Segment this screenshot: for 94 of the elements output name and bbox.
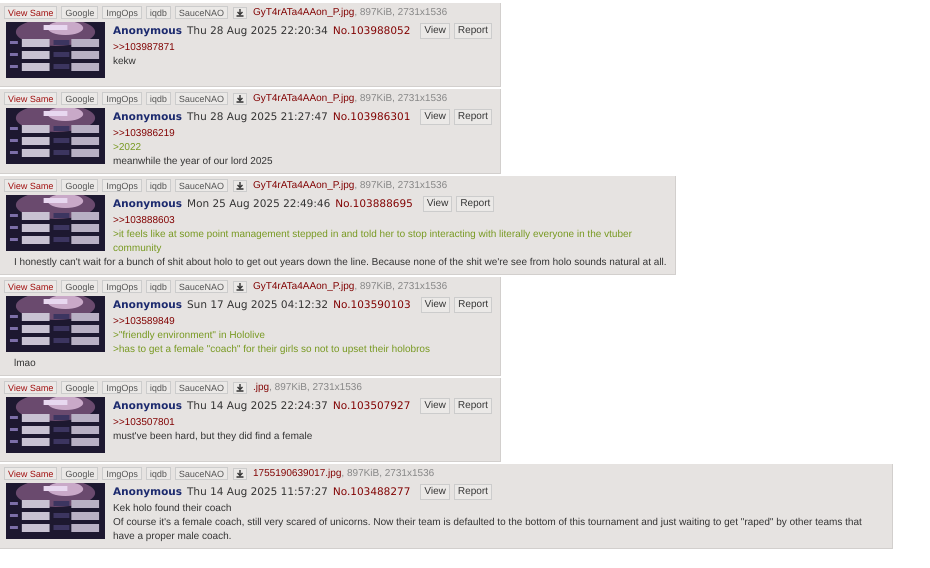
post-action-button[interactable]: View [422,196,452,212]
post-text: Of course it's a female coach, still very scared of unicorns. Now their team is defaulted to the bottom of this tournament and just waiting to get "raped" by other teams that have a proper male coach. [112,516,863,544]
reply-link[interactable]: >>103987871 [6,41,492,55]
search-link[interactable]: View Same [4,467,58,480]
post-date: Thu 28 Aug 2025 21:27:47 [187,110,328,122]
poster-name: Anonymous [113,486,182,498]
reply-link[interactable]: >>103589849 [6,315,492,329]
search-link[interactable]: ImgOps [102,92,142,105]
greentext-line: >it feels like at some point management stepped in and told her to stop interacting with literally everyone in the vtuber community [112,228,633,256]
poster-name: Anonymous [113,298,182,310]
search-link[interactable]: SauceNAO [174,92,228,105]
post-text: kekw [112,55,137,69]
search-link[interactable]: View Same [4,381,58,394]
post-text: Kek holo found their coach [112,502,232,516]
post-number[interactable]: No.103988052 [332,24,410,36]
post-number[interactable]: No.103507927 [332,400,410,412]
post-action-button[interactable]: Report [454,108,492,124]
file-info: , 897KiB, 2731x1536 [354,7,448,18]
post-action-button[interactable]: View [420,108,450,124]
greentext-line: >has to get a female "coach" for their girls so not to upset their holobros [112,343,431,357]
post-number[interactable]: No.103488277 [332,486,410,498]
post-date: Thu 14 Aug 2025 22:24:37 [187,400,328,412]
reply-link[interactable]: >>103986219 [6,127,492,141]
search-link[interactable]: iqdb [146,467,171,480]
post-action-button[interactable]: View [420,484,450,500]
post-date: Mon 25 Aug 2025 22:49:46 [187,198,330,210]
post-action-button[interactable]: Report [454,296,492,312]
file-info: , 897KiB, 2731x1536 [354,281,448,292]
post-action-button[interactable]: View [420,398,450,414]
file-info: , 897KiB, 2731x1536 [269,382,362,393]
post-text: must've been hard, but they did find a female [112,430,314,444]
search-link[interactable]: Google [61,381,98,394]
post-action-button[interactable]: Report [454,22,492,38]
poster-name: Anonymous [113,110,182,122]
search-link[interactable]: SauceNAO [174,179,228,192]
post-text: lmao [13,357,37,371]
search-link[interactable]: ImgOps [102,280,142,293]
search-link[interactable]: Google [61,6,98,19]
search-link[interactable]: View Same [4,92,58,105]
post-number[interactable]: No.103590103 [333,298,411,310]
search-link[interactable]: iqdb [146,6,171,19]
post-text: meanwhile the year of our lord 2025 [112,155,274,169]
search-link[interactable]: ImgOps [102,179,142,192]
post-date: Sun 17 Aug 2025 04:12:32 [187,298,328,310]
post-number[interactable]: No.103986301 [332,110,410,122]
greentext-line: >2022 [112,141,142,155]
file-name[interactable]: GyT4rATa4AAon_P.jpg [252,93,354,104]
search-link[interactable]: View Same [4,280,58,293]
file-name[interactable]: 1755190639017.jpg [252,468,342,479]
file-name[interactable]: .jpg [252,382,270,393]
file-name[interactable]: GyT4rATa4AAon_P.jpg [252,180,354,191]
post-action-button[interactable]: Report [454,484,492,500]
search-link[interactable]: ImgOps [102,6,142,19]
greentext-line: >"friendly environment" in Hololive [112,329,266,343]
download-icon[interactable] [232,92,247,104]
download-icon[interactable] [232,468,247,480]
poster-name: Anonymous [113,400,182,412]
download-icon[interactable] [232,6,247,18]
search-link[interactable]: ImgOps [102,467,142,480]
poster-name: Anonymous [113,198,182,210]
download-icon[interactable] [232,280,247,292]
search-link[interactable]: iqdb [146,280,171,293]
search-link[interactable]: Google [61,467,98,480]
post-text: I honestly can't wait for a bunch of shit about holo to get out years down the line. Because none of the shit we're see from holo sounds natural at all. [13,256,667,270]
file-info: , 897KiB, 2731x1536 [354,180,448,191]
post-action-button[interactable]: View [420,22,450,38]
reply-link[interactable]: >>103888603 [6,214,667,228]
file-name[interactable]: GyT4rATa4AAon_P.jpg [252,281,354,292]
file-name[interactable]: GyT4rATa4AAon_P.jpg [252,7,354,18]
file-info: , 897KiB, 2731x1536 [341,468,434,479]
search-link[interactable]: SauceNAO [174,6,228,19]
poster-name: Anonymous [113,24,182,36]
reply-link[interactable]: >>103507801 [6,416,492,430]
post-action-button[interactable]: View [420,296,450,312]
search-link[interactable]: iqdb [146,92,171,105]
search-link[interactable]: SauceNAO [174,381,228,394]
search-link[interactable]: Google [61,280,98,293]
search-link[interactable]: View Same [4,179,58,192]
search-link[interactable]: View Same [4,6,58,19]
download-icon[interactable] [232,382,247,394]
post-date: Thu 14 Aug 2025 11:57:27 [187,486,328,498]
post-number[interactable]: No.103888695 [335,198,413,210]
search-link[interactable]: Google [61,92,98,105]
download-icon[interactable] [232,180,247,192]
search-link[interactable]: Google [61,179,98,192]
file-info: , 897KiB, 2731x1536 [354,93,448,104]
post-date: Thu 28 Aug 2025 22:20:34 [187,24,328,36]
search-link[interactable]: SauceNAO [174,467,228,480]
post-action-button[interactable]: Report [454,398,492,414]
post-action-button[interactable]: Report [456,196,494,212]
search-link[interactable]: iqdb [146,179,171,192]
search-link[interactable]: SauceNAO [174,280,228,293]
search-link[interactable]: iqdb [146,381,171,394]
search-link[interactable]: ImgOps [102,381,142,394]
